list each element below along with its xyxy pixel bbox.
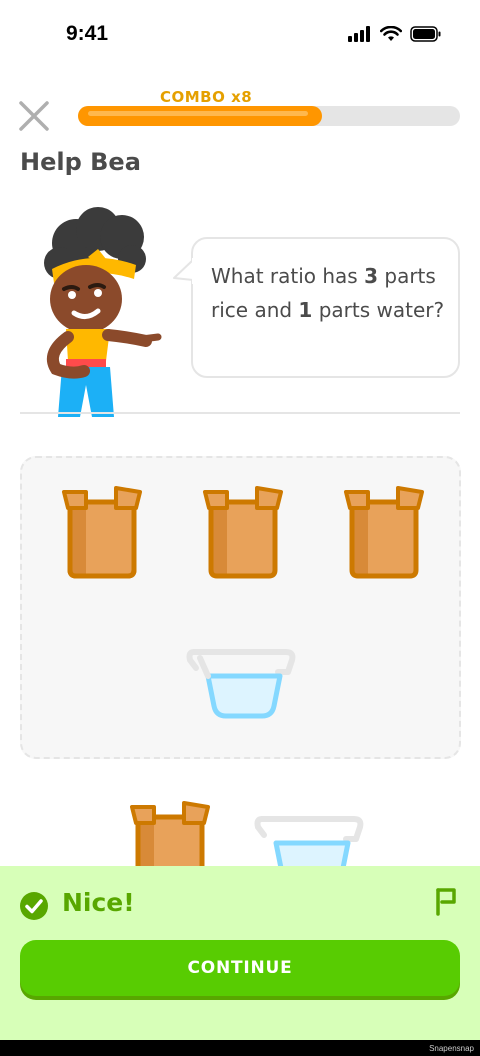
combo-label: COMBO x8 [160, 88, 253, 106]
battery-icon [410, 26, 441, 42]
status-icons [348, 26, 442, 42]
close-icon [19, 101, 49, 131]
progress-shine [88, 111, 309, 116]
rice-count: 3 [364, 264, 379, 288]
feedback-panel: Nice! CONTINUE [0, 866, 480, 1040]
status-bar: 9:41 [0, 0, 480, 72]
progress-fill [78, 106, 323, 126]
continue-button-label: CONTINUE [187, 958, 293, 978]
continue-button[interactable]: CONTINUE [20, 940, 460, 996]
prompt-text: What ratio has 3 parts rice and 1 parts … [211, 264, 445, 322]
speech-bubble-tail [173, 258, 196, 284]
close-button[interactable] [16, 98, 52, 134]
rice-box-icon[interactable] [201, 484, 285, 580]
answer-drop-area[interactable] [20, 456, 461, 759]
rice-box-icon[interactable] [342, 484, 426, 580]
option-bank [0, 795, 480, 894]
speech-bubble: What ratio has 3 parts rice and 1 parts … [191, 237, 460, 378]
footer-strip [0, 1040, 480, 1056]
wifi-icon [380, 26, 402, 41]
check-circle-icon [20, 892, 48, 920]
rice-box-icon[interactable] [60, 484, 144, 580]
status-time: 9:41 [66, 22, 109, 45]
water-count: 1 [298, 298, 313, 322]
progress-bar [78, 106, 460, 128]
bea-character-illustration [44, 207, 162, 417]
watermark: Snapensnap [429, 1044, 474, 1053]
report-flag-icon[interactable] [432, 886, 460, 916]
signal-icon [348, 26, 370, 42]
page-title: Help Bea [20, 148, 141, 176]
feedback-message: Nice! [62, 888, 135, 917]
divider [20, 412, 460, 414]
water-cup-icon[interactable] [186, 646, 298, 722]
